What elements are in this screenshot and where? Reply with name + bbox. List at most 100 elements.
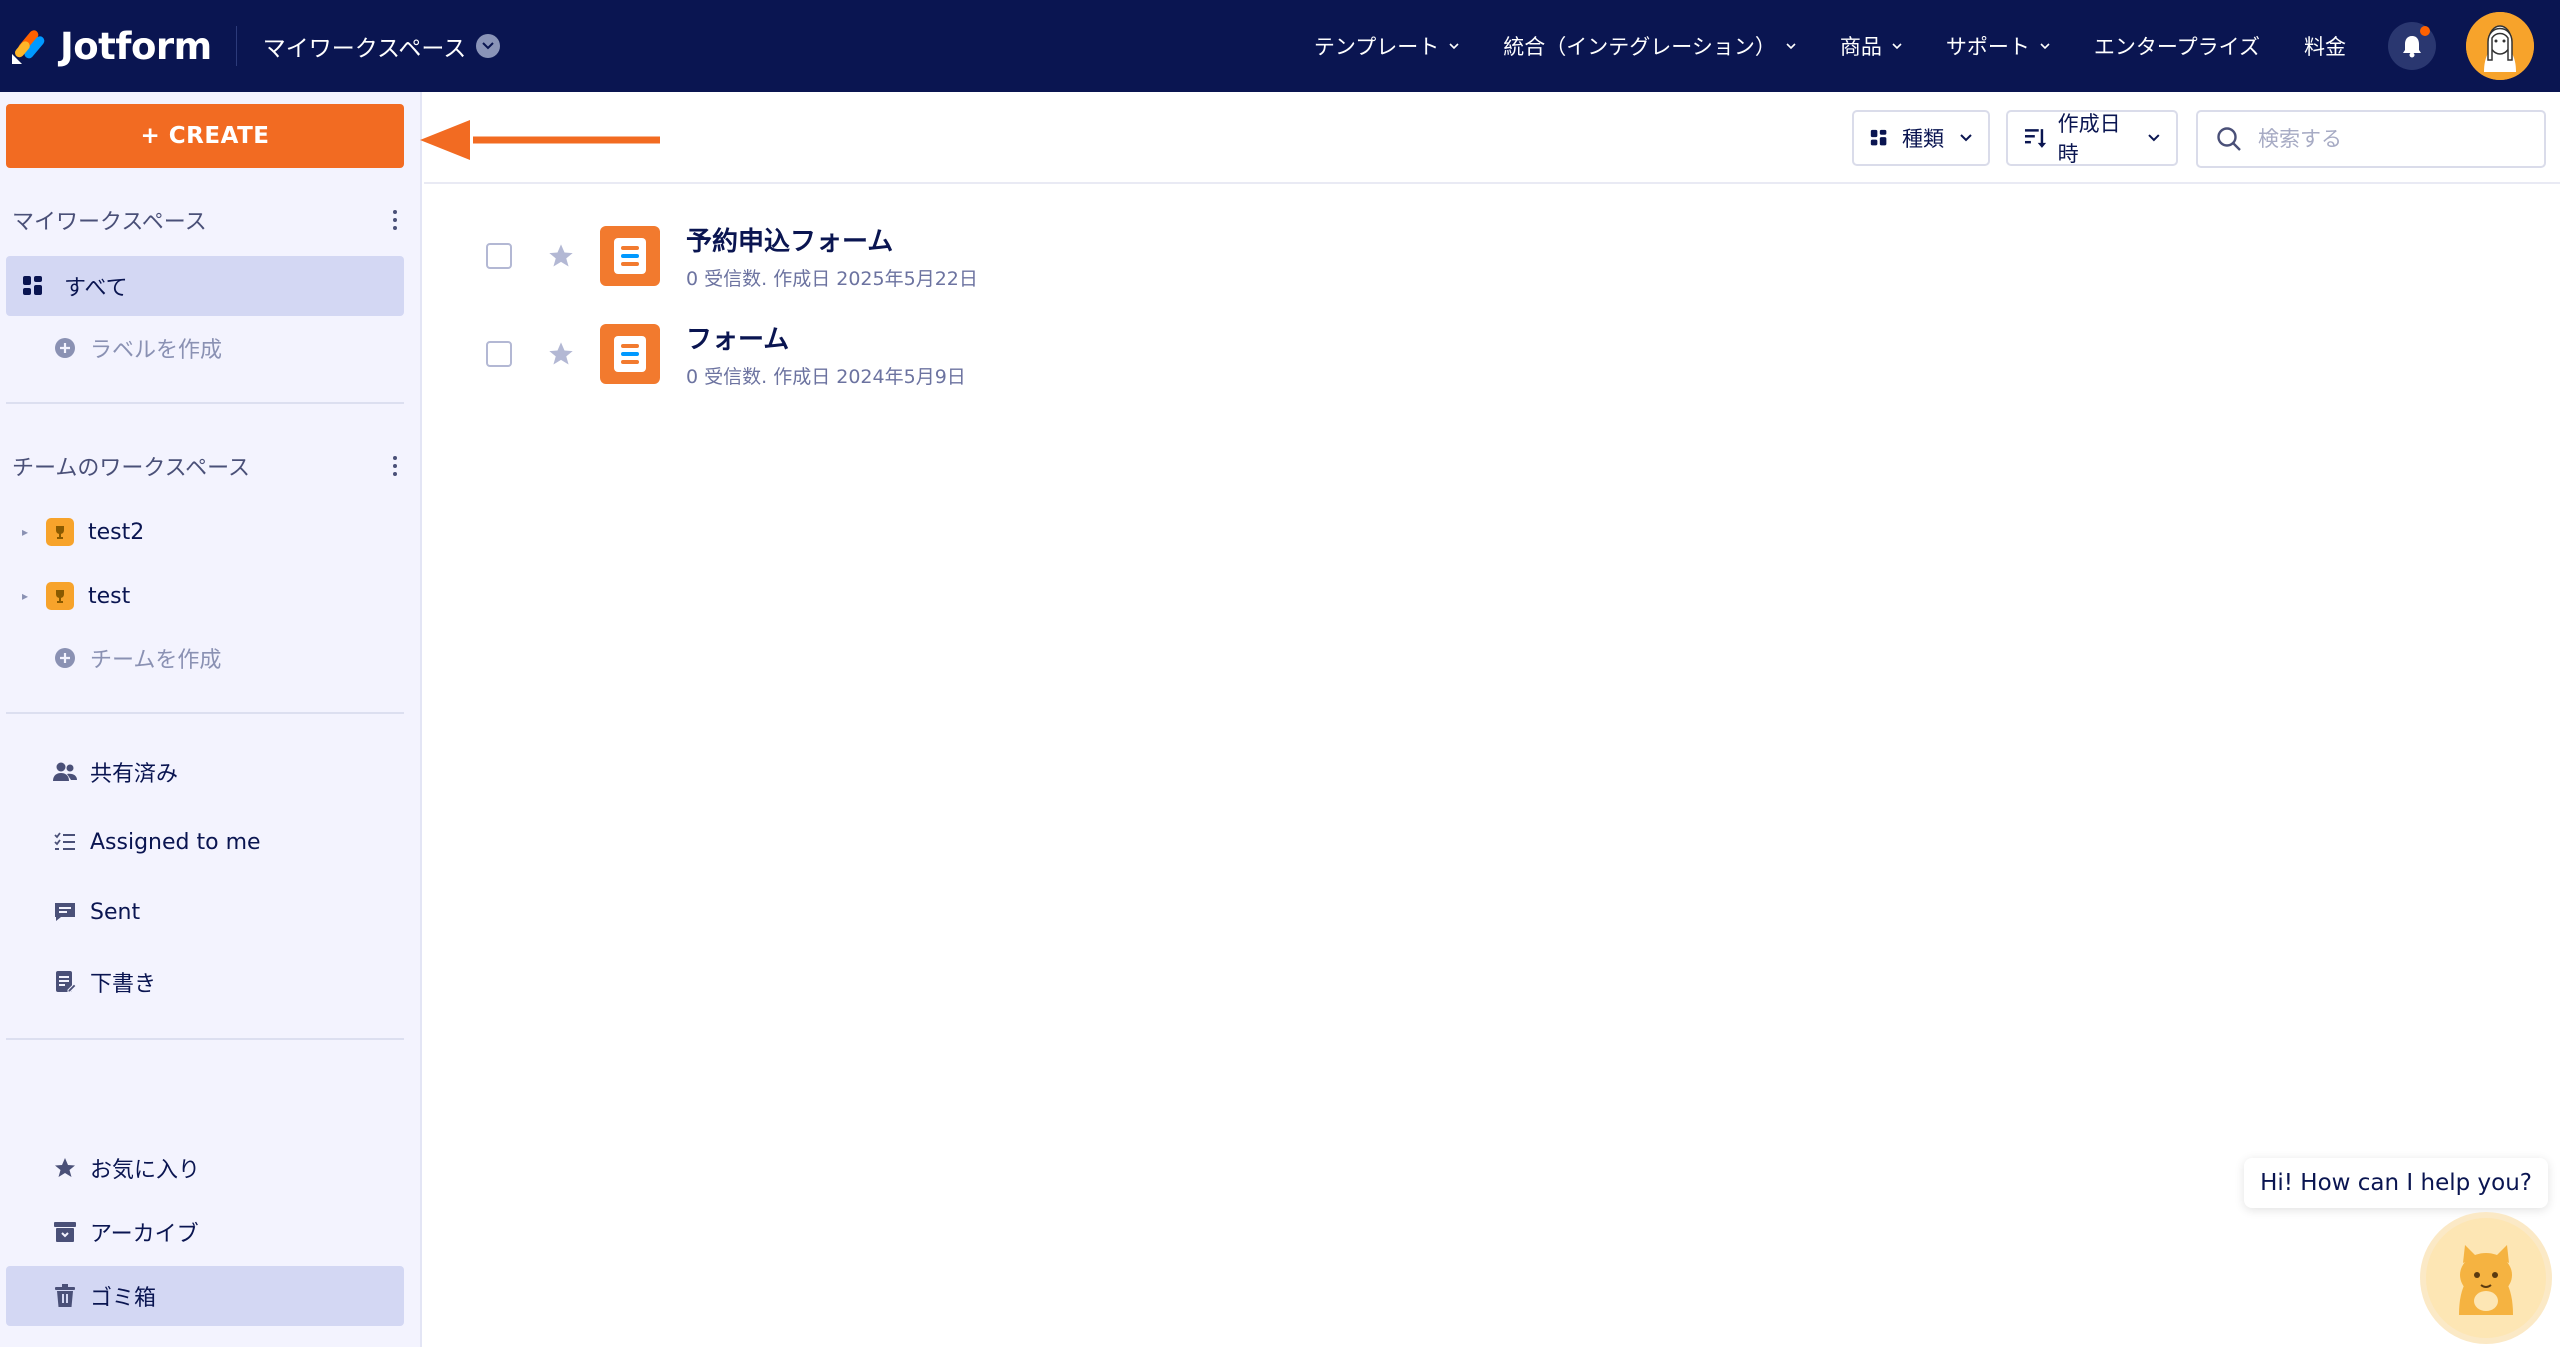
form-title[interactable]: 予約申込フォーム (686, 221, 978, 258)
chevron-down-icon (1786, 43, 1796, 50)
form-meta: 0 受信数. 作成日 2024年5月9日 (686, 366, 966, 388)
trophy-icon (46, 582, 74, 610)
chevron-down-icon (2040, 43, 2050, 50)
nav-products-label: 商品 (1839, 35, 1882, 59)
chevron-down-icon (1960, 134, 1972, 142)
jotform-logo-text: Jotform (60, 24, 212, 68)
avatar-illustration-icon (2466, 12, 2534, 80)
sidebar-item-drafts-label: 下書き (90, 972, 157, 997)
form-select-checkbox[interactable] (486, 243, 512, 269)
nav-enterprise[interactable]: エンタープライズ (2094, 31, 2260, 61)
team-name: test2 (88, 519, 145, 545)
form-select-checkbox[interactable] (486, 341, 512, 367)
sidebar-item-favorites-label: お気に入り (90, 1158, 201, 1183)
sidebar-item-archive-label: アーカイブ (90, 1222, 199, 1247)
more-options-icon[interactable] (392, 456, 398, 476)
favorite-star-icon[interactable] (546, 241, 576, 271)
type-filter-dropdown[interactable]: 種類 (1852, 110, 1990, 166)
chevron-down-icon (1449, 43, 1459, 50)
sidebar-item-archive[interactable]: アーカイブ (6, 1202, 404, 1262)
nav-pricing-label: 料金 (2304, 35, 2346, 59)
nav-templates-label: テンプレート (1313, 35, 1440, 59)
create-team-link[interactable]: チームを作成 (6, 628, 404, 688)
cat-mascot-icon (2431, 1223, 2541, 1333)
sidebar-team-test[interactable]: ▸ test (6, 566, 404, 626)
create-label-text: ラベルを作成 (90, 338, 223, 363)
nav-integrations[interactable]: 統合（インテグレーション） (1503, 31, 1796, 61)
draft-document-icon (52, 969, 78, 995)
form-list-item[interactable]: 予約申込フォーム 0 受信数. 作成日 2025年5月22日 (424, 208, 1624, 304)
trash-icon (52, 1283, 78, 1309)
sidebar-item-drafts[interactable]: 下書き (6, 952, 404, 1012)
sidebar-divider (6, 1038, 404, 1040)
notifications-button[interactable] (2388, 22, 2436, 70)
jotform-logo[interactable]: Jotform (10, 25, 212, 68)
team-workspace-section-header: チームのワークスペース (12, 450, 402, 482)
nav-support-label: サポート (1945, 35, 2030, 59)
nav-enterprise-label: エンタープライズ (2093, 35, 2260, 59)
sidebar-item-favorites[interactable]: お気に入り (6, 1138, 404, 1198)
chevron-down-icon (2148, 134, 2160, 142)
search-box[interactable] (2196, 110, 2546, 168)
sidebar-team-test2[interactable]: ▸ test2 (6, 502, 404, 562)
create-label-link[interactable]: ラベルを作成 (6, 318, 404, 378)
nav-divider (235, 26, 237, 66)
nav-products[interactable]: 商品 (1840, 31, 1902, 61)
team-workspace-heading: チームのワークスペース (12, 456, 251, 481)
star-icon (52, 1155, 78, 1181)
nav-pricing[interactable]: 料金 (2304, 31, 2346, 61)
my-workspace-section-header: マイワークスペース (12, 204, 402, 236)
sidebar-divider (6, 402, 404, 404)
sidebar-item-assigned[interactable]: Assigned to me (6, 812, 404, 872)
nav-support[interactable]: サポート (1946, 31, 2050, 61)
sidebar-item-all-label: すべて (64, 276, 128, 301)
sidebar-item-all[interactable]: すべて (6, 256, 404, 316)
nav-templates[interactable]: テンプレート (1314, 31, 1459, 61)
sidebar-item-trash[interactable]: ゴミ箱 (6, 1266, 404, 1326)
sidebar-divider (6, 712, 404, 714)
chat-assistant-button[interactable] (2426, 1218, 2546, 1338)
sidebar-item-shared[interactable]: 共有済み (6, 742, 404, 802)
team-name: test (88, 583, 131, 609)
content-toolbar: 種類 作成日時 (424, 92, 2560, 184)
checklist-icon (52, 829, 78, 855)
caret-right-icon[interactable]: ▸ (22, 525, 32, 539)
sort-label: 作成日時 (2057, 112, 2121, 166)
form-document-icon (600, 226, 660, 286)
chevron-down-icon (1892, 43, 1902, 50)
nav-integrations-label: 統合（インテグレーション） (1503, 35, 1776, 59)
plus-circle-icon (52, 645, 78, 671)
search-icon (2217, 127, 2241, 151)
users-icon (52, 759, 78, 785)
type-filter-label: 種類 (1902, 127, 1944, 151)
chat-greeting-bubble[interactable]: Hi! How can I help you? (2244, 1158, 2548, 1208)
plus-circle-icon (52, 335, 78, 361)
favorite-star-icon[interactable] (546, 339, 576, 369)
trophy-icon (46, 518, 74, 546)
form-document-icon (600, 324, 660, 384)
message-icon (52, 899, 78, 925)
sort-dropdown[interactable]: 作成日時 (2006, 110, 2178, 166)
my-workspace-heading: マイワークスペース (12, 210, 207, 235)
chevron-down-icon (476, 34, 501, 58)
sidebar-item-sent-label: Sent (90, 899, 141, 925)
sidebar-item-assigned-label: Assigned to me (90, 829, 261, 855)
archive-box-icon (52, 1219, 78, 1245)
jotform-logo-icon (12, 30, 45, 64)
form-meta: 0 受信数. 作成日 2025年5月22日 (686, 268, 978, 290)
create-button[interactable]: + CREATE (6, 104, 404, 168)
user-avatar[interactable] (2466, 12, 2534, 80)
create-team-text: チームを作成 (90, 648, 222, 673)
sidebar-item-sent[interactable]: Sent (6, 882, 404, 942)
form-title[interactable]: フォーム (686, 319, 966, 356)
caret-right-icon[interactable]: ▸ (22, 589, 32, 603)
search-input[interactable] (2258, 127, 2518, 151)
bell-icon (2403, 36, 2421, 58)
top-navigation-bar: Jotform マイワークスペース テンプレート 統合（インテグレーション） 商… (0, 0, 2560, 92)
notification-badge (2420, 26, 2430, 36)
grid-icon (20, 273, 46, 299)
form-list-item[interactable]: フォーム 0 受信数. 作成日 2024年5月9日 (424, 306, 1624, 402)
workspace-switcher[interactable]: マイワークスペース (263, 29, 501, 63)
more-options-icon[interactable] (392, 210, 398, 230)
workspace-switcher-label: マイワークスペース (262, 36, 467, 62)
